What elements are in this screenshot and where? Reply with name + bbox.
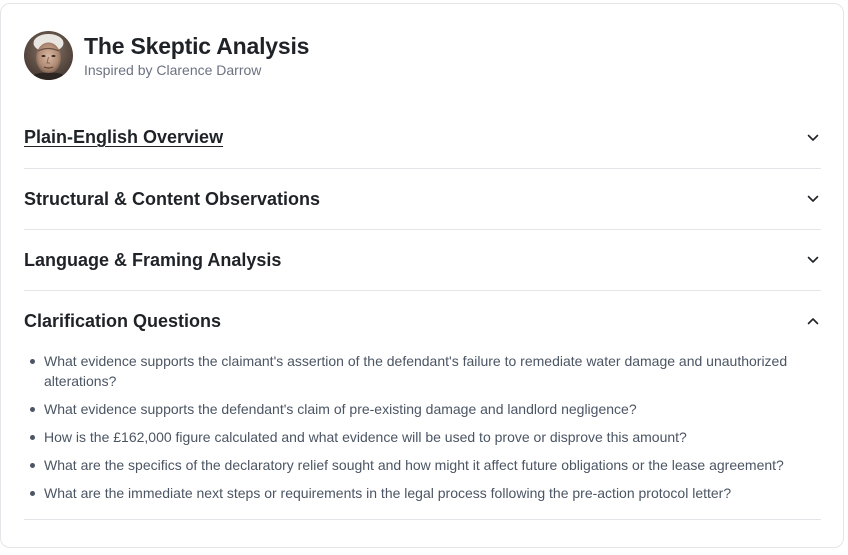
page-subtitle: Inspired by Clarence Darrow <box>84 62 262 78</box>
avatar <box>24 31 73 80</box>
question-list: What evidence supports the claimant's as… <box>24 351 821 519</box>
section-plain-english-overview: Plain-English Overview <box>24 107 821 169</box>
question-text: What evidence supports the claimant's as… <box>44 353 788 389</box>
bullet-icon <box>30 435 35 440</box>
list-item: How is the £162,000 figure calculated an… <box>24 427 821 447</box>
list-item: What are the immediate next steps or req… <box>24 483 821 503</box>
section-title: Plain-English Overview <box>24 127 224 147</box>
list-item: What evidence supports the claimant's as… <box>24 351 821 391</box>
question-text: What are the specifics of the declarator… <box>44 457 784 473</box>
section-title: Structural & Content Observations <box>24 188 321 209</box>
section-toggle-plain-english-overview[interactable]: Plain-English Overview <box>24 107 821 168</box>
question-text: What are the immediate next steps or req… <box>44 485 732 501</box>
section-structural-content-observations: Structural & Content Observations <box>24 169 821 230</box>
chevron-down-icon <box>805 130 821 146</box>
bullet-icon <box>30 463 35 468</box>
bullet-icon <box>30 359 35 364</box>
section-title: Clarification Questions <box>24 310 222 331</box>
section-toggle-clarification-questions[interactable]: Clarification Questions <box>24 291 821 351</box>
section-clarification-questions: Clarification Questions What evidence su… <box>24 291 821 520</box>
list-item: What are the specifics of the declarator… <box>24 455 821 475</box>
bullet-icon <box>30 491 35 496</box>
question-text: What evidence supports the defendant's c… <box>44 401 637 417</box>
section-language-framing-analysis: Language & Framing Analysis <box>24 230 821 291</box>
chevron-down-icon <box>805 191 821 207</box>
title-block: The Skeptic Analysis Inspired by Clarenc… <box>84 32 309 79</box>
page-title: The Skeptic Analysis <box>84 33 310 59</box>
portrait-icon <box>24 31 73 80</box>
section-toggle-language-framing-analysis[interactable]: Language & Framing Analysis <box>24 230 821 290</box>
chevron-up-icon <box>805 313 821 329</box>
question-text: How is the £162,000 figure calculated an… <box>44 429 687 445</box>
analysis-card: The Skeptic Analysis Inspired by Clarenc… <box>0 3 844 548</box>
chevron-down-icon <box>805 252 821 268</box>
list-item: What evidence supports the defendant's c… <box>24 399 821 419</box>
bullet-icon <box>30 407 35 412</box>
section-title: Language & Framing Analysis <box>24 249 282 270</box>
analysis-header: The Skeptic Analysis Inspired by Clarenc… <box>24 31 309 80</box>
accordion: Plain-English Overview Structural & Cont… <box>24 107 821 520</box>
section-toggle-structural-content-observations[interactable]: Structural & Content Observations <box>24 169 821 229</box>
